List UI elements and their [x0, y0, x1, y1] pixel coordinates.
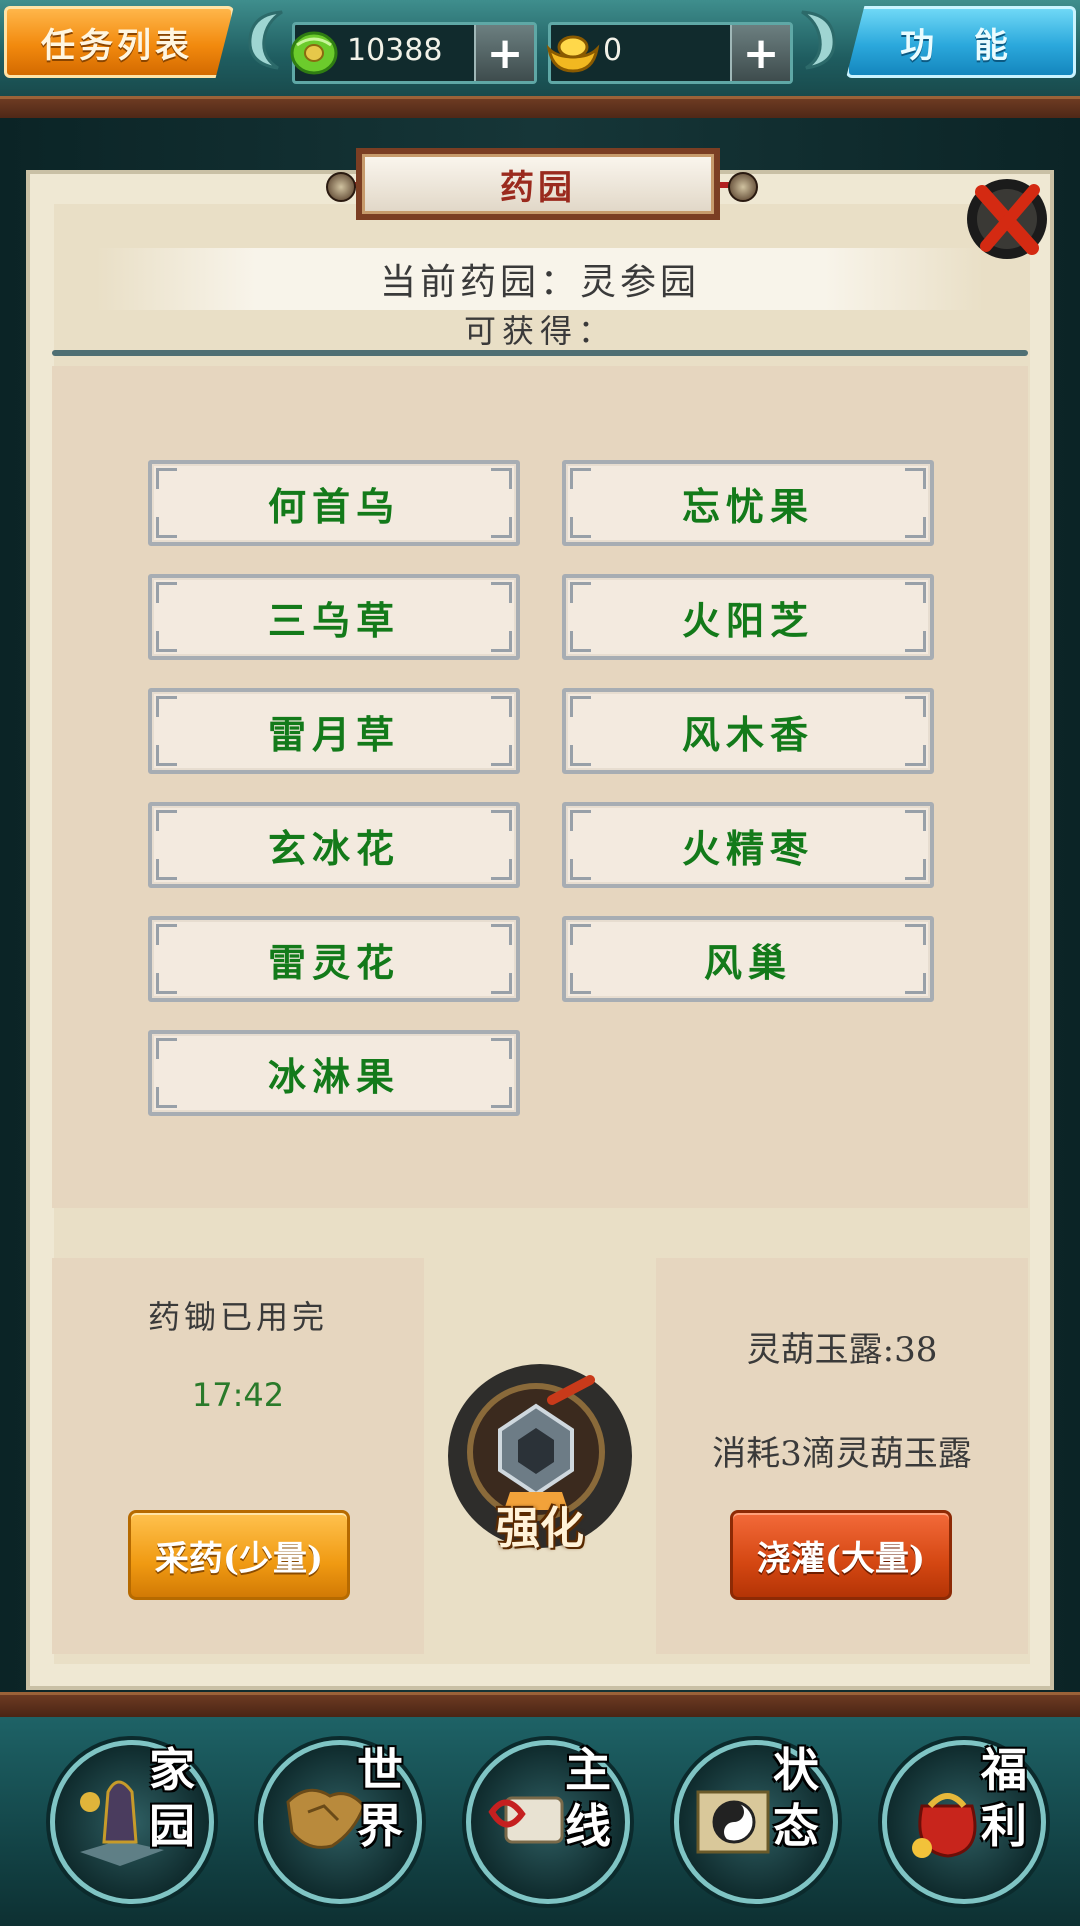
herb-name: 何首乌: [267, 483, 400, 529]
herb-item[interactable]: 玄冰花: [148, 802, 520, 888]
jade-currency: 10388 +: [290, 22, 537, 84]
dew-count-text: 灵葫玉露:38: [746, 1330, 938, 1370]
nav-home[interactable]: 家园: [50, 1740, 214, 1904]
ingot-amount: 0: [603, 33, 623, 68]
herb-item[interactable]: 风木香: [562, 688, 934, 774]
jade-amount: 10388: [347, 33, 443, 68]
current-garden-label: 当前药园：灵参园: [96, 248, 984, 310]
title-knob-right: [728, 172, 758, 202]
nav-label: 福利: [981, 1743, 1027, 1853]
herb-name: 风巢: [703, 939, 792, 985]
water-cost-text: 消耗3滴灵葫玉露: [712, 1434, 972, 1474]
herb-name: 三乌草: [267, 597, 400, 643]
herb-name: 风木香: [681, 711, 814, 757]
obtainable-label: 可获得：: [463, 312, 616, 350]
hoe-status-text: 药锄已用完: [147, 1298, 328, 1336]
herb-name: 忘忧果: [681, 483, 814, 529]
herb-name: 火阳芝: [681, 597, 814, 643]
bottom-wood-rim: [0, 1692, 1080, 1717]
ingot-currency: 0 +: [546, 22, 793, 84]
herb-item[interactable]: 火阳芝: [562, 574, 934, 660]
nav-status[interactable]: 状态: [674, 1740, 838, 1904]
herb-name: 火精枣: [681, 825, 814, 871]
nav-label: 世界: [357, 1743, 403, 1853]
divider: [52, 350, 1028, 356]
herb-item[interactable]: 风巢: [562, 916, 934, 1002]
herb-name: 雷月草: [267, 711, 400, 757]
gold-ingot-icon: [546, 35, 600, 73]
nav-label: 状态: [773, 1743, 819, 1853]
cooldown-timer: 17:42: [191, 1376, 285, 1414]
herb-item[interactable]: 冰淋果: [148, 1030, 520, 1116]
nav-main-quest[interactable]: 主线: [466, 1740, 630, 1904]
add-ingot-button[interactable]: +: [730, 25, 790, 81]
add-jade-button[interactable]: +: [474, 25, 534, 81]
herb-item[interactable]: 雷月草: [148, 688, 520, 774]
herb-item[interactable]: 忘忧果: [562, 460, 934, 546]
nav-world[interactable]: 世界: [258, 1740, 422, 1904]
harvest-panel: 药锄已用完 17:42 采药(少量): [52, 1258, 424, 1654]
title-knob-left: [326, 172, 356, 202]
dialog-title: 药园: [356, 148, 720, 220]
function-button[interactable]: 功 能: [846, 6, 1076, 78]
herb-item[interactable]: 何首乌: [148, 460, 520, 546]
water-panel: 灵葫玉露:38 消耗3滴灵葫玉露 浇灌(大量): [656, 1258, 1028, 1654]
herb-item[interactable]: 火精枣: [562, 802, 934, 888]
herb-item[interactable]: 雷灵花: [148, 916, 520, 1002]
bottom-nav: 家园 世界 主线 状态 福利: [0, 1692, 1080, 1926]
herb-name: 冰淋果: [267, 1053, 400, 1099]
strengthen-label: 强化: [496, 1503, 584, 1554]
herb-name: 玄冰花: [267, 825, 400, 871]
cloud-ornament-right-icon: [801, 10, 836, 70]
nav-welfare[interactable]: 福利: [882, 1740, 1046, 1904]
herb-name: 雷灵花: [267, 939, 400, 985]
nav-label: 主线: [565, 1743, 611, 1853]
nav-label: 家园: [149, 1743, 195, 1853]
task-list-button[interactable]: 任务列表: [4, 6, 234, 78]
harvest-small-button[interactable]: 采药(少量): [128, 1510, 350, 1600]
jade-icon: [290, 31, 338, 75]
herb-item[interactable]: 三乌草: [148, 574, 520, 660]
top-bar: 任务列表 10388 + 0 + 功 能: [0, 0, 1080, 124]
cloud-ornament-left-icon: [248, 10, 283, 70]
water-large-button[interactable]: 浇灌(大量): [730, 1510, 952, 1600]
